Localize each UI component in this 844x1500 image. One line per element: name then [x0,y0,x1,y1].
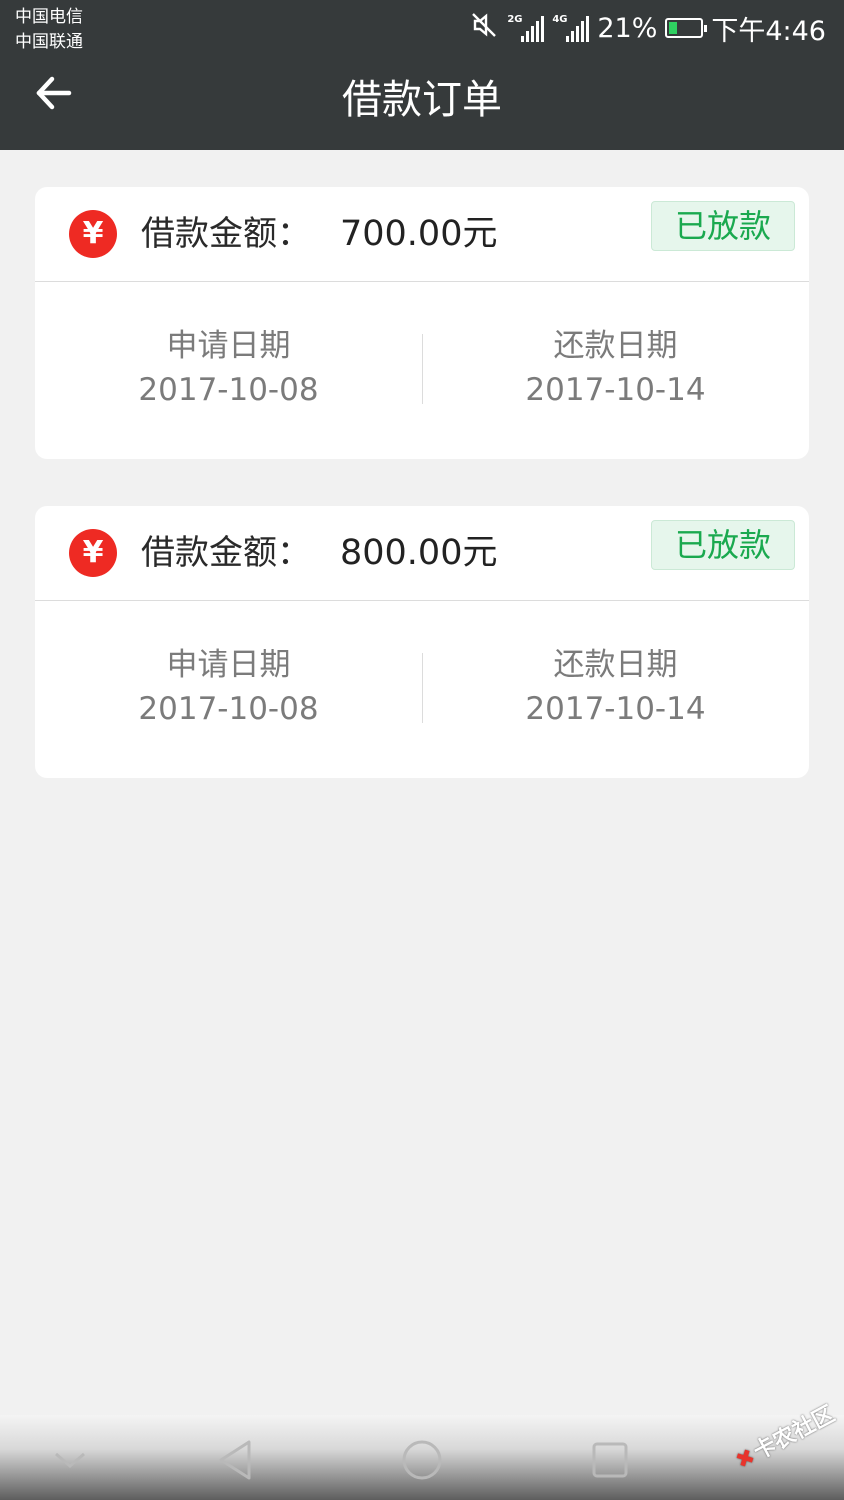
clock: 下午4:46 [711,15,826,47]
amount-value: 700.00元 [340,214,498,254]
battery-icon [665,18,708,38]
status-badge: 已放款 [651,201,795,251]
status-bar: 中国电信 中国联通 2G 4G 21% 下午4:46 [0,0,844,56]
yen-icon: ¥ [69,210,117,258]
amount-label: 借款金额： [141,533,311,573]
apply-date-value: 2017-10-08 [138,691,319,727]
apply-date-block: 申请日期 2017-10-08 [35,643,422,731]
status-icons: 2G 4G 21% 下午4:46 [469,8,826,48]
order-dates: 申请日期 2017-10-08 还款日期 2017-10-14 [35,282,809,459]
battery-percent: 21% [597,12,658,44]
circle-home-icon [402,1440,442,1480]
page-title: 借款订单 [342,77,502,123]
square-recents-icon [592,1442,628,1478]
amount-value: 800.00元 [340,533,498,573]
signal-icon-2g: 2G [507,14,545,42]
repay-date-value: 2017-10-14 [525,691,706,727]
apply-date-label: 申请日期 [166,647,291,683]
order-dates: 申请日期 2017-10-08 还款日期 2017-10-14 [35,601,809,778]
order-card-header: ¥ 借款金额： 800.00元 已放款 [35,506,809,601]
yen-icon: ¥ [69,529,117,577]
repay-date-block: 还款日期 2017-10-14 [422,324,809,412]
order-card[interactable]: ¥ 借款金额： 700.00元 已放款 申请日期 2017-10-08 还款日期… [35,187,809,459]
repay-date-block: 还款日期 2017-10-14 [422,643,809,731]
mute-icon [469,10,499,47]
apply-date-label: 申请日期 [166,328,291,364]
triangle-back-icon [219,1440,251,1480]
nav-recents-button[interactable] [585,1437,635,1483]
nav-home-button[interactable] [397,1437,447,1483]
hide-keyboard-button[interactable] [45,1437,95,1483]
chevron-down-icon [55,1452,85,1468]
repay-date-label: 还款日期 [553,647,678,683]
nav-back-button[interactable] [210,1437,260,1483]
status-badge: 已放款 [651,520,795,570]
apply-date-block: 申请日期 2017-10-08 [35,324,422,412]
carrier-names: 中国电信 中国联通 [15,5,83,55]
order-card-header: ¥ 借款金额： 700.00元 已放款 [35,187,809,282]
apply-date-value: 2017-10-08 [138,372,319,408]
repay-date-value: 2017-10-14 [525,372,706,408]
signal-icon-4g: 4G [552,14,590,42]
repay-date-label: 还款日期 [553,328,678,364]
amount-label: 借款金额： [141,214,311,254]
app-header: 中国电信 中国联通 2G 4G 21% 下午4:46 借款订单 [0,0,844,150]
system-nav-bar [0,1415,844,1500]
order-card[interactable]: ¥ 借款金额： 800.00元 已放款 申请日期 2017-10-08 还款日期… [35,506,809,778]
carrier-1: 中国电信 [15,7,83,27]
carrier-2: 中国联通 [15,32,83,52]
